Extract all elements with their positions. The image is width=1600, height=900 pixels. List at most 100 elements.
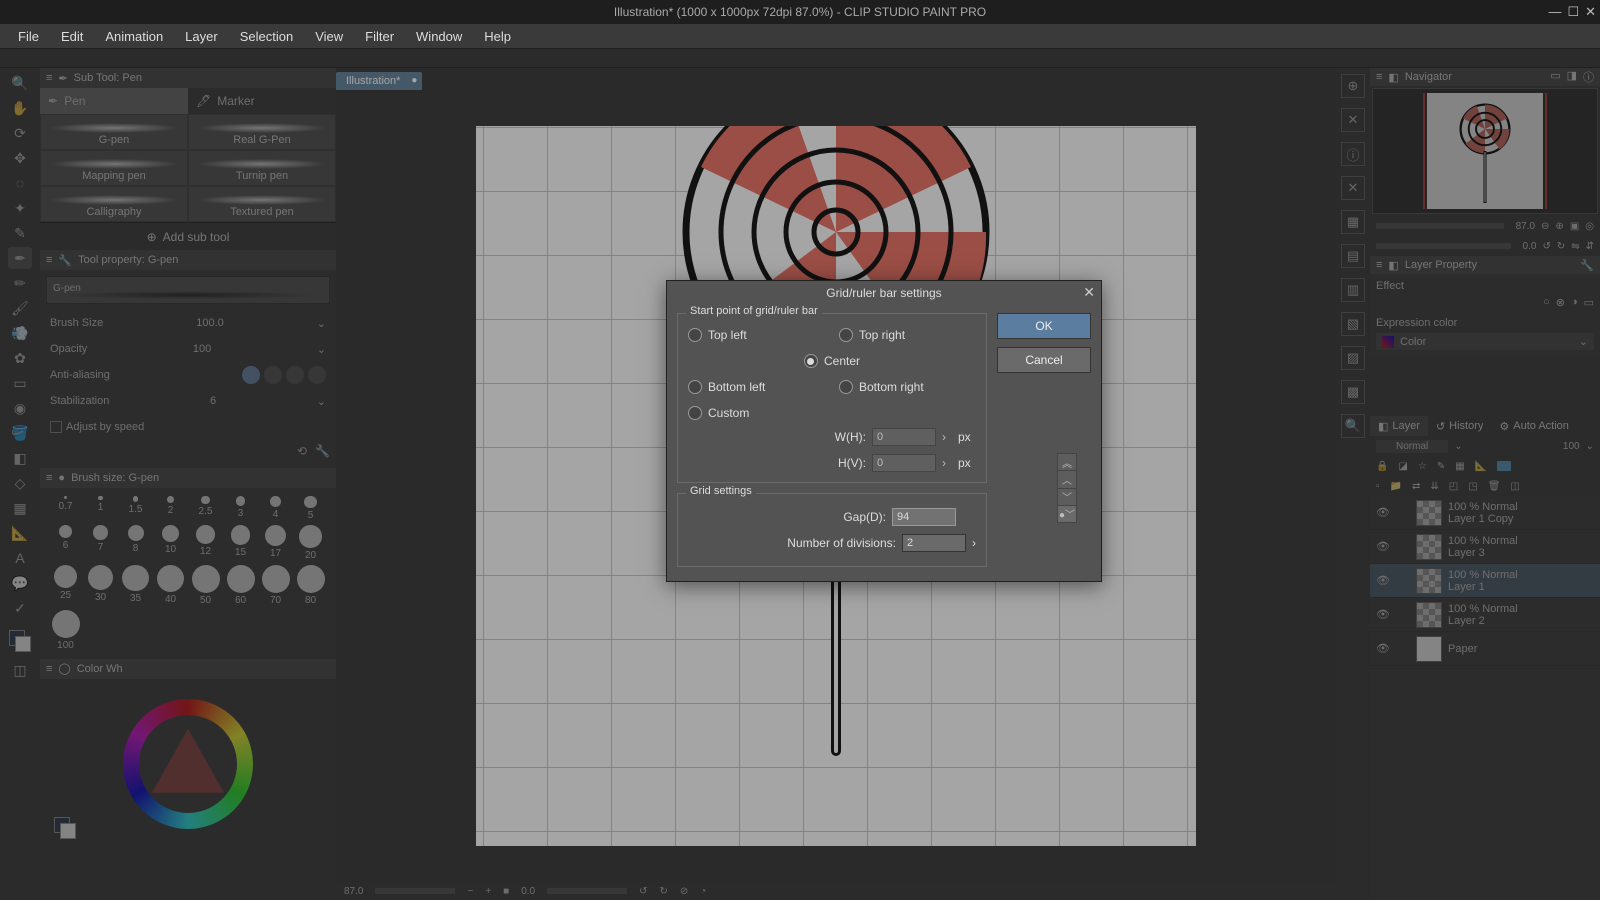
text-tool-icon[interactable]: A [8, 547, 32, 569]
zoom-in-icon[interactable]: ⊕ [1555, 221, 1563, 232]
visibility-icon[interactable]: 👁 [1376, 608, 1390, 621]
ok-button[interactable]: OK [997, 313, 1091, 339]
prop-stabilization[interactable]: Stabilization 6⌄ [46, 388, 330, 414]
radio-custom[interactable]: Custom [688, 402, 825, 424]
tab-autoaction[interactable]: ⚙Auto Action [1491, 416, 1577, 436]
mask2-icon[interactable]: ◰ [1449, 481, 1458, 492]
gradient-tool-icon[interactable]: ◧ [8, 447, 32, 469]
nav-btn2-icon[interactable]: ◨ [1567, 69, 1577, 85]
effect-tone-icon[interactable]: ⊗ [1556, 296, 1565, 309]
hamburger-icon[interactable]: ≡ [1376, 259, 1382, 271]
chevron-right-icon[interactable]: › [942, 456, 952, 470]
fg-bg-color[interactable] [9, 630, 31, 652]
divisions-input[interactable] [902, 534, 966, 552]
menu-edit[interactable]: Edit [51, 26, 93, 47]
visibility-icon[interactable]: 👁 [1376, 574, 1390, 587]
spinner-fine-down-icon[interactable]: ﹀ [1058, 489, 1076, 506]
blend-tool-icon[interactable]: ◉ [8, 397, 32, 419]
brush-size-40[interactable]: 40 [155, 565, 186, 606]
brush-size-1[interactable]: 1 [85, 496, 116, 521]
qb-delete-icon[interactable]: ✕ [1341, 108, 1365, 132]
brush-size-60[interactable]: 60 [225, 565, 256, 606]
chevron-down-icon[interactable]: ⌄ [1579, 335, 1588, 348]
brush-size-15[interactable]: 15 [225, 525, 256, 561]
zoom-out-icon[interactable]: ⊖ [1541, 221, 1549, 232]
brush-size-50[interactable]: 50 [190, 565, 221, 606]
tab-close-icon[interactable]: ● [411, 75, 417, 86]
ref-icon[interactable]: ☆ [1418, 461, 1427, 472]
correct-tool-icon[interactable]: ✓ [8, 597, 32, 619]
brush-size-2.5[interactable]: 2.5 [190, 496, 221, 521]
rotate-ccw-icon[interactable]: ↺ [639, 886, 647, 897]
pencil-tool-icon[interactable]: ✏ [8, 272, 32, 294]
quickaccess-icon[interactable]: ⊕ [1341, 74, 1365, 98]
menu-animation[interactable]: Animation [95, 26, 173, 47]
qb-material5-icon[interactable]: ▨ [1341, 346, 1365, 370]
figure-tool-icon[interactable]: ◇ [8, 472, 32, 494]
layer-row[interactable]: 👁100 % NormalLayer 3 [1370, 530, 1600, 564]
qb-material6-icon[interactable]: ▩ [1341, 380, 1365, 404]
zoom-in-icon[interactable]: + [485, 886, 491, 897]
close-icon[interactable]: ✕ [1585, 4, 1596, 20]
nav-btn1-icon[interactable]: ▭ [1550, 69, 1560, 85]
subtool-tab-marker[interactable]: 🖊Marker [188, 88, 336, 114]
brush-size-2[interactable]: 2 [155, 496, 186, 521]
flip-v-icon[interactable]: ⇵ [1586, 241, 1594, 252]
maximize-icon[interactable]: ☐ [1567, 4, 1579, 20]
brush-size-100[interactable]: 100 [50, 610, 81, 651]
hamburger-icon[interactable]: ≡ [46, 254, 52, 266]
effect-border-icon[interactable]: ○ [1543, 296, 1550, 309]
effect-extract-icon[interactable]: ▭ [1584, 296, 1594, 309]
navigator-thumbnail[interactable] [1372, 88, 1598, 214]
menu-filter[interactable]: Filter [355, 26, 404, 47]
zoom-slider[interactable] [375, 888, 455, 894]
rotate-ccw-icon[interactable]: ↺ [1542, 241, 1550, 252]
prop-adjust-speed[interactable]: Adjust by speed [46, 414, 330, 440]
ruler-tool-icon[interactable]: 📐 [8, 522, 32, 544]
nav-rot-slider[interactable] [1376, 243, 1511, 249]
qb-material3-icon[interactable]: ▥ [1341, 278, 1365, 302]
visibility-icon[interactable]: 👁 [1376, 642, 1390, 655]
rotate-cw-icon[interactable]: ↻ [1557, 241, 1565, 252]
qb-close-icon[interactable]: ✕ [1341, 176, 1365, 200]
rotation-slider[interactable] [547, 888, 627, 894]
brush-size-3[interactable]: 3 [225, 496, 256, 521]
brush-size-8[interactable]: 8 [120, 525, 151, 561]
menu-selection[interactable]: Selection [230, 26, 303, 47]
mask-icon[interactable]: ▦ [1455, 461, 1464, 472]
menu-view[interactable]: View [305, 26, 353, 47]
qb-material2-icon[interactable]: ▤ [1341, 244, 1365, 268]
lasso-tool-icon[interactable]: ◌ [8, 172, 32, 194]
brush-size-0.7[interactable]: 0.7 [50, 496, 81, 521]
radio-bottom-left[interactable]: Bottom left [688, 376, 825, 398]
spinner-coarse-up-icon[interactable]: ︽ [1058, 454, 1076, 471]
wrench-icon[interactable]: 🔧 [315, 444, 330, 462]
color-wheel[interactable] [40, 679, 336, 849]
fill-tool-icon[interactable]: 🪣 [8, 422, 32, 444]
qb-search-icon[interactable]: 🔍 [1341, 414, 1365, 438]
prop-opacity[interactable]: Opacity 100⌄ [46, 336, 330, 362]
tab-history[interactable]: ↺History [1428, 416, 1491, 436]
subtool-tab-pen[interactable]: ✒Pen [40, 88, 188, 114]
prop-brush-size[interactable]: Brush Size 100.0⌄ [46, 310, 330, 336]
add-subtool-button[interactable]: ⊕ Add sub tool [40, 222, 336, 250]
eyedropper-tool-icon[interactable]: ✎ [8, 222, 32, 244]
frame-tool-icon[interactable]: ▦ [8, 497, 32, 519]
qb-info-icon[interactable]: ⓘ [1341, 142, 1365, 166]
brush-size-25[interactable]: 25 [50, 565, 81, 606]
layer-row[interactable]: 👁100 % NormalLayer 1 [1370, 564, 1600, 598]
nav-zoom-slider[interactable] [1376, 223, 1504, 229]
move-tool-icon[interactable]: ✥ [8, 147, 32, 169]
brush-size-30[interactable]: 30 [85, 565, 116, 606]
tab-layer[interactable]: ◧Layer [1370, 416, 1428, 436]
brush-size-7[interactable]: 7 [85, 525, 116, 561]
dialog-close-icon[interactable]: ✕ [1083, 284, 1095, 301]
hv-input[interactable] [872, 454, 936, 472]
spinner-fine-up-icon[interactable]: ︿ [1058, 471, 1076, 488]
hamburger-icon[interactable]: ≡ [46, 72, 52, 84]
menu-window[interactable]: Window [406, 26, 472, 47]
nav-btn3-icon[interactable]: ⓘ [1583, 69, 1594, 85]
brush-size-35[interactable]: 35 [120, 565, 151, 606]
rotate-tool-icon[interactable]: ⟳ [8, 122, 32, 144]
brush-size-70[interactable]: 70 [260, 565, 291, 606]
